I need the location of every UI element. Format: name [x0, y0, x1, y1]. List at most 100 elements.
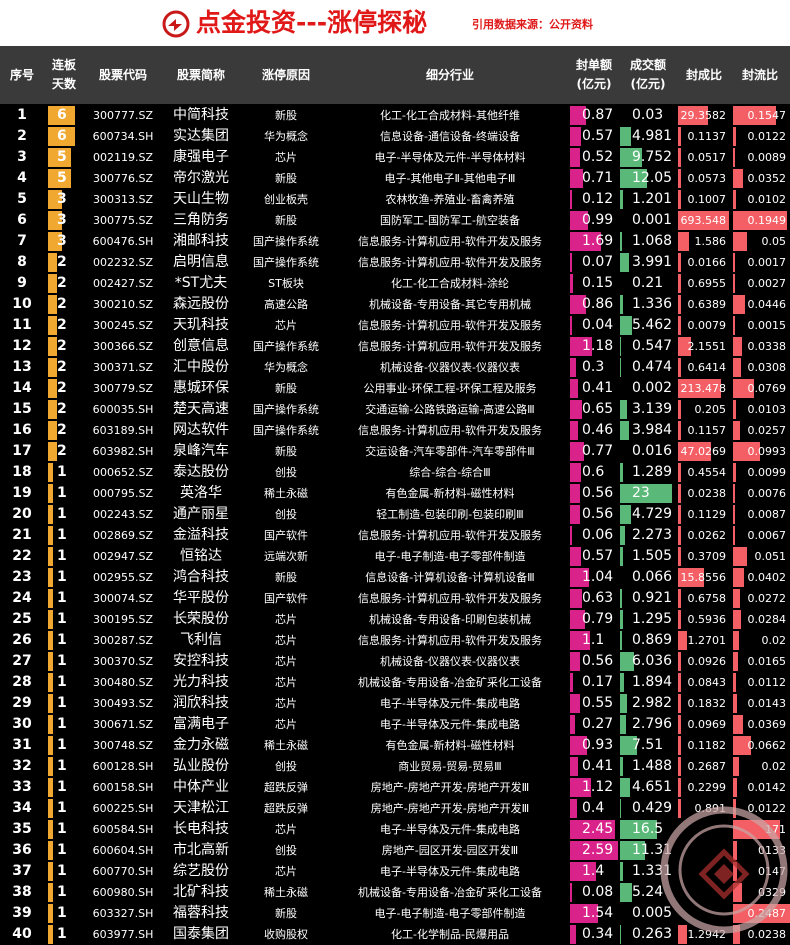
seal-ratio: 0.0517 — [687, 151, 727, 164]
consecutive-days: 1 — [57, 485, 67, 501]
limit-up-reason: 华为概念 — [264, 361, 308, 374]
industry: 综合-综合-综合Ⅲ — [409, 466, 491, 479]
consecutive-days: 2 — [57, 443, 67, 459]
seal-ratio: 0.6758 — [687, 592, 727, 605]
stock-name: 飞利信 — [180, 632, 222, 648]
consecutive-days: 1 — [57, 800, 67, 816]
stock-code: 600225.SH — [92, 802, 154, 815]
table-row: 13 2 300371.SZ 汇中股份 华为概念 机械设备-仪器仪表-仪器仪表 0.3 0.4… — [0, 357, 790, 378]
trade-volume: 0.474 — [632, 359, 673, 375]
industry: 房地产-房地产开发-房地产开发Ⅲ — [370, 802, 530, 815]
table-row: 10 2 300210.SZ 森远股份 高速公路 机械设备-专用设备-其它专用机械 0.86… — [0, 294, 790, 315]
row-index: 18 — [12, 464, 32, 480]
infographic: 点金投资---涨停探秘 引用数据来源：公开资料 序号 连板 天数 股票代码 股票… — [0, 0, 790, 945]
limit-up-reason: 超跌反弹 — [264, 802, 308, 815]
trade-volume: 6.036 — [632, 653, 673, 669]
stock-name: 国泰集团 — [173, 926, 229, 942]
consecutive-days: 2 — [57, 338, 67, 354]
seal-amount: 0.65 — [582, 401, 614, 417]
trade-volume: 3.984 — [632, 422, 673, 438]
col-header-reason: 涨停原因 — [261, 67, 310, 82]
seal-amount: 0.46 — [582, 422, 614, 438]
consecutive-days: 3 — [57, 191, 67, 207]
col-header-volume: 成交额 (亿元) — [629, 58, 666, 91]
float-ratio: 0.0446 — [747, 298, 787, 311]
row-index: 19 — [12, 485, 32, 501]
stock-name: 康强电子 — [173, 149, 229, 165]
stock-code: 000795.SZ — [92, 487, 153, 500]
seal-amount: 0.27 — [582, 716, 614, 732]
stock-code: 603327.SH — [92, 907, 154, 920]
row-index: 32 — [12, 758, 32, 774]
float-ratio: 0.0099 — [747, 466, 787, 479]
stock-name: 实达集团 — [173, 128, 229, 144]
consecutive-days: 1 — [57, 674, 67, 690]
seal-ratio: 47.0269 — [680, 445, 727, 458]
stock-name: 帝尔激光 — [173, 170, 229, 186]
seal-amount: 0.12 — [582, 191, 614, 207]
seal-amount: 0.56 — [582, 506, 614, 522]
row-index: 22 — [12, 548, 32, 564]
limit-up-reason: 芯片 — [275, 718, 297, 731]
industry: 机械设备-专用设备-其它专用机械 — [369, 298, 531, 311]
consecutive-days: 1 — [57, 716, 67, 732]
col-header-name: 股票简称 — [176, 67, 225, 82]
col-header-index: 序号 — [9, 67, 34, 82]
float-ratio: 0.05 — [761, 235, 787, 248]
seal-amount: 0.07 — [582, 254, 614, 270]
industry: 国防军工-国防军工-航空装备 — [380, 214, 520, 227]
seal-ratio: 0.0969 — [687, 718, 727, 731]
float-ratio: 0.0165 — [747, 655, 787, 668]
stock-name: 中简科技 — [173, 107, 229, 123]
industry: 化工-化工合成材料-涂纶 — [391, 277, 509, 290]
stock-code: 300779.SZ — [92, 382, 153, 395]
trade-volume: 1.289 — [632, 464, 673, 480]
table-header: 序号 连板 天数 股票代码 股票简称 涨停原因 细分行业 封单额 (亿元) 成交… — [0, 46, 790, 104]
seal-amount: 0.56 — [582, 485, 614, 501]
float-ratio: 0.0284 — [747, 613, 787, 626]
consecutive-days: 1 — [57, 905, 67, 921]
stock-code: 603189.SH — [92, 424, 154, 437]
industry: 电子-半导体及元件-集成电路 — [380, 718, 520, 731]
row-index: 28 — [12, 674, 32, 690]
limit-up-reason: ST板块 — [268, 277, 304, 290]
stock-name: 华平股份 — [173, 590, 229, 606]
table-row: 22 1 002947.SZ 恒铭达 远端次新 电子-电子制造-电子零部件制造 0.57 1.… — [0, 546, 790, 567]
consecutive-days: 1 — [57, 632, 67, 648]
seal-ratio: 2.1551 — [687, 340, 727, 353]
stock-name: 金溢科技 — [173, 527, 229, 543]
stock-name: 金力永磁 — [173, 737, 229, 753]
row-index: 24 — [12, 590, 32, 606]
trade-volume: 0.21 — [632, 275, 664, 291]
limit-up-reason: 华为概念 — [264, 130, 308, 143]
float-ratio: 0.0103 — [747, 403, 787, 416]
trade-volume: 1.068 — [632, 233, 673, 249]
trade-volume: 1.201 — [632, 191, 673, 207]
stock-name: 网达软件 — [173, 422, 229, 438]
table-row: 27 1 300370.SZ 安控科技 芯片 机械设备-仪器仪表-仪器仪表 0.56 6.03… — [0, 651, 790, 672]
seal-amount: 1.04 — [582, 569, 614, 585]
seal-amount: 0.57 — [582, 548, 614, 564]
float-ratio: 0.0402 — [747, 571, 787, 584]
stock-name: 光力科技 — [173, 674, 229, 690]
seal-ratio: 213.478 — [680, 382, 727, 395]
stock-name: 市北高新 — [173, 842, 229, 858]
industry: 化工-化学制品-民爆用品 — [391, 928, 509, 941]
limit-up-reason: 新股 — [275, 109, 297, 122]
stock-code: 603982.SH — [92, 445, 154, 458]
consecutive-days: 2 — [57, 380, 67, 396]
float-ratio: 0.0076 — [747, 487, 787, 500]
stock-name: 天津松江 — [173, 800, 229, 816]
limit-up-reason: 创业板壳 — [264, 193, 308, 206]
float-ratio: 0.0017 — [747, 256, 787, 269]
seal-amount: 0.77 — [582, 443, 614, 459]
limit-up-reason: 新股 — [275, 172, 297, 185]
trade-volume: 3.991 — [632, 254, 673, 270]
stock-code: 600128.SH — [92, 760, 154, 773]
row-index: 5 — [17, 191, 27, 207]
seal-amount: 0.06 — [582, 527, 614, 543]
seal-ratio: 1.2701 — [687, 634, 727, 647]
trade-volume: 23 — [632, 485, 650, 501]
stock-code: 300287.SZ — [92, 634, 153, 647]
limit-up-reason: 国产操作系统 — [253, 403, 319, 416]
